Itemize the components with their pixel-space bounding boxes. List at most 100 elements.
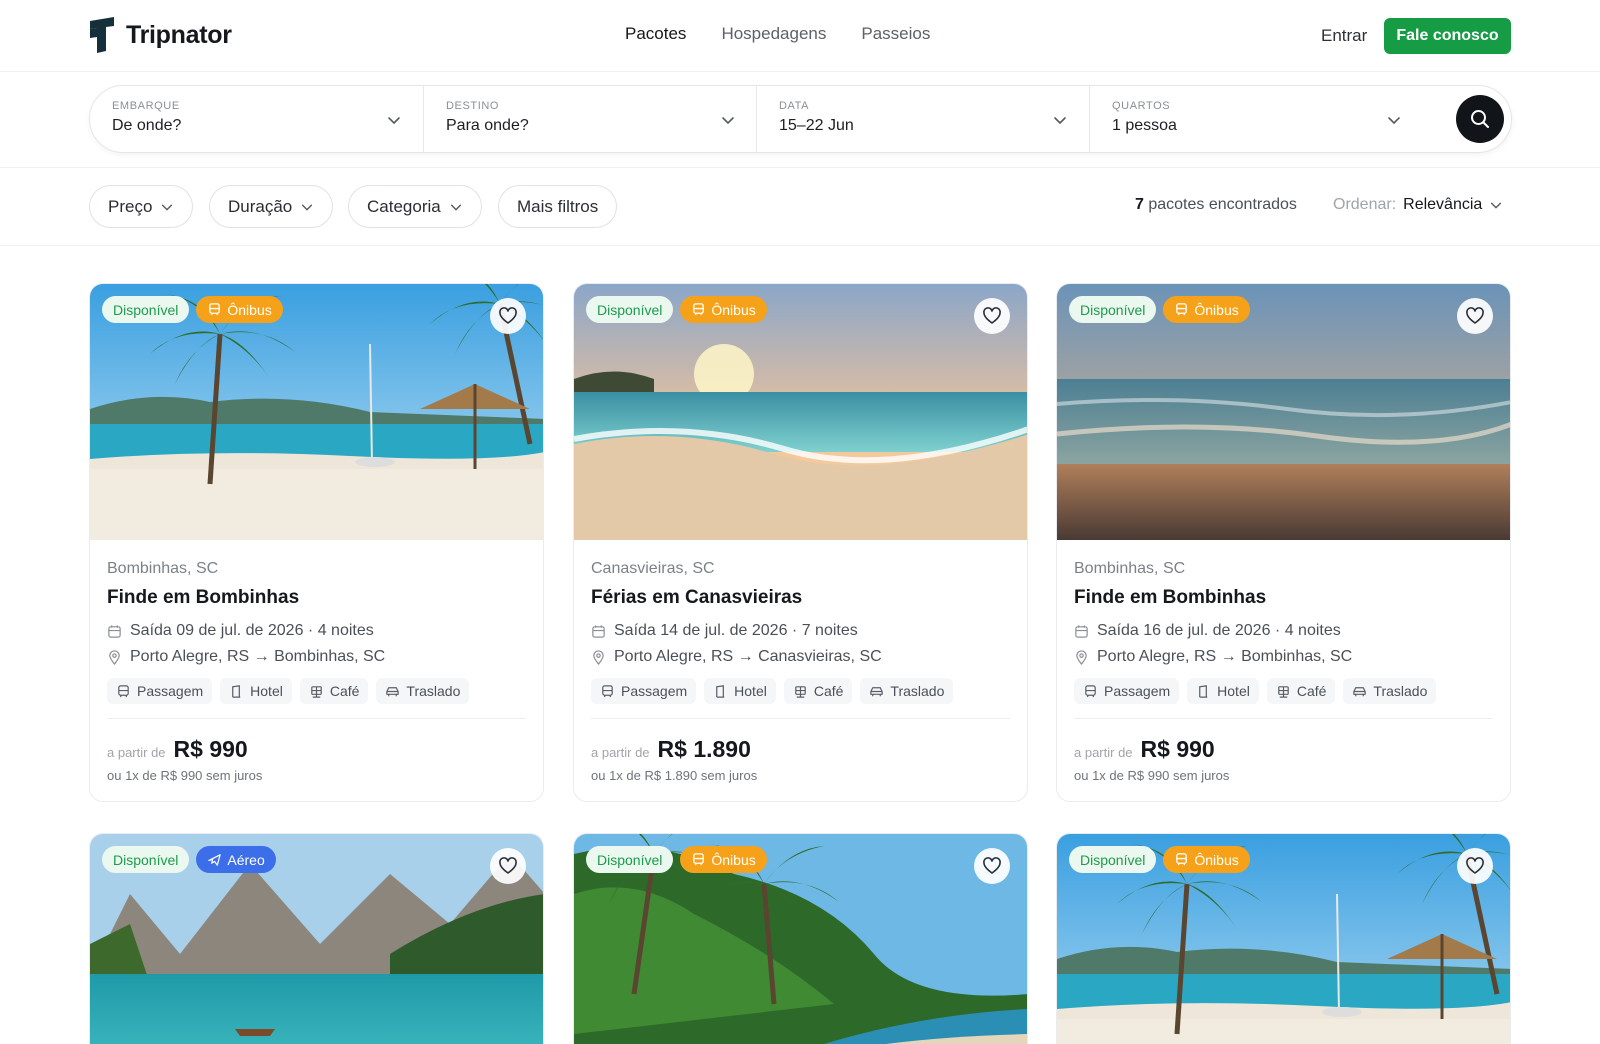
- package-card[interactable]: Disponível Ônibus: [1056, 833, 1511, 1044]
- favorite-button[interactable]: [1457, 848, 1493, 884]
- tag-label: Traslado: [406, 683, 461, 699]
- package-card[interactable]: Disponível Ônibus Canasvieiras, SC Féria…: [573, 283, 1028, 802]
- bus-icon: [691, 302, 706, 317]
- card-location: Bombinhas, SC: [1074, 560, 1186, 577]
- calendar-icon: [591, 624, 606, 639]
- package-card[interactable]: Disponível Ônibus: [573, 833, 1028, 1044]
- bus-icon: [1174, 852, 1189, 867]
- card-body: Canasvieiras, SC Férias em Canasvieiras …: [574, 540, 1027, 801]
- card-title[interactable]: Finde em Bombinhas: [1074, 587, 1493, 609]
- tag-label: Passagem: [137, 683, 204, 699]
- filters-bar: Preço Duração Categoria Mais filtros 7 p…: [0, 168, 1600, 246]
- origin-label: EMBARQUE: [112, 100, 180, 112]
- results-text: pacotes encontrados: [1148, 196, 1297, 213]
- tag-label: Hotel: [734, 683, 767, 699]
- category-filter-chip[interactable]: Categoria: [348, 185, 482, 228]
- coffee-icon: [793, 684, 808, 699]
- price-value: R$ 1.890: [657, 736, 751, 762]
- package-card[interactable]: Disponível Ônibus Bombinhas, SC Finde em…: [89, 283, 544, 802]
- card-badges: Disponível Aéreo: [102, 846, 276, 873]
- sort-dropdown[interactable]: Ordenar: Relevância: [1333, 196, 1503, 214]
- departure-info: Saída 16 de jul. de 2026 · 4 noites: [1074, 622, 1493, 640]
- card-image: Disponível Aéreo: [90, 834, 543, 1044]
- price-row: a partir de R$ 990: [1074, 736, 1493, 763]
- search-bar: EMBARQUE De onde? DESTINO Para onde? DAT…: [89, 85, 1512, 153]
- sort-value: Relevância: [1403, 196, 1483, 213]
- availability-badge: Disponível: [586, 296, 674, 323]
- transport-badge: Ônibus: [1163, 846, 1250, 873]
- transport-label: Ônibus: [227, 301, 272, 318]
- installments-text: ou 1x de R$ 990 sem juros: [107, 768, 263, 783]
- tag-label: Traslado: [1373, 683, 1428, 699]
- more-filters-chip[interactable]: Mais filtros: [498, 185, 618, 228]
- rooms-value: 1 pessoa: [1112, 117, 1177, 134]
- included-tag: Traslado: [1343, 678, 1437, 704]
- heart-icon: [1465, 306, 1485, 326]
- included-tag: Hotel: [704, 678, 776, 704]
- heart-icon: [1465, 856, 1485, 876]
- route-text: Porto Alegre, RS → Bombinhas, SC: [1097, 648, 1353, 665]
- bus-icon: [691, 852, 706, 867]
- price-value: R$ 990: [1140, 736, 1215, 762]
- ticket-icon: [600, 684, 615, 699]
- main-nav: Pacotes Hospedagens Passeios: [625, 24, 930, 44]
- included-tag: Café: [299, 678, 369, 704]
- chevron-down-icon: [302, 204, 313, 211]
- tag-label: Passagem: [621, 683, 688, 699]
- pin-icon: [107, 649, 122, 665]
- destination-field[interactable]: DESTINO Para onde?: [423, 86, 756, 152]
- ticket-icon: [1083, 684, 1098, 699]
- package-card[interactable]: Disponível Ônibus Bombinhas, SC Finde em…: [1056, 283, 1511, 802]
- favorite-button[interactable]: [974, 848, 1010, 884]
- favorite-button[interactable]: [974, 298, 1010, 334]
- destination-label: DESTINO: [446, 100, 500, 112]
- heart-icon: [982, 306, 1002, 326]
- included-tag: Hotel: [220, 678, 292, 704]
- favorite-button[interactable]: [490, 298, 526, 334]
- card-title[interactable]: Finde em Bombinhas: [107, 587, 526, 609]
- calendar-icon: [107, 624, 122, 639]
- price-from-label: a partir de: [1074, 745, 1133, 760]
- tag-label: Passagem: [1104, 683, 1171, 699]
- search-button[interactable]: [1456, 95, 1504, 143]
- duration-filter-chip[interactable]: Duração: [209, 185, 334, 228]
- contact-button[interactable]: Fale conosco: [1384, 18, 1511, 54]
- favorite-button[interactable]: [490, 848, 526, 884]
- login-link[interactable]: Entrar: [1321, 26, 1367, 46]
- tag-label: Café: [1296, 683, 1327, 699]
- origin-field[interactable]: EMBARQUE De onde?: [90, 86, 423, 152]
- included-tag: Café: [783, 678, 853, 704]
- card-body: Bombinhas, SC Finde em Bombinhas Saída 1…: [1057, 540, 1510, 801]
- chevron-down-icon: [450, 204, 461, 211]
- card-image: Disponível Ônibus: [574, 834, 1027, 1044]
- card-title[interactable]: Férias em Canasvieiras: [591, 587, 1010, 609]
- included-tags: Passagem Hotel Café Traslado: [107, 678, 526, 719]
- tag-label: Hotel: [250, 683, 283, 699]
- availability-badge: Disponível: [102, 846, 190, 873]
- brand-logo[interactable]: Tripnator: [88, 17, 232, 53]
- transport-label: Ônibus: [1194, 851, 1239, 868]
- nav-item-passeios[interactable]: Passeios: [861, 24, 930, 44]
- chip-label: Preço: [108, 196, 153, 216]
- included-tags: Passagem Hotel Café Traslado: [1074, 678, 1493, 719]
- card-badges: Disponível Ônibus: [586, 296, 767, 323]
- chip-label: Categoria: [367, 196, 441, 216]
- favorite-button[interactable]: [1457, 298, 1493, 334]
- search-icon: [1471, 110, 1489, 128]
- nav-item-hospedagens[interactable]: Hospedagens: [721, 24, 826, 44]
- included-tag: Passagem: [107, 678, 213, 704]
- chip-label: Mais filtros: [517, 196, 599, 216]
- date-field[interactable]: DATA 15–22 Jun: [756, 86, 1089, 152]
- tag-label: Café: [329, 683, 360, 699]
- rooms-field[interactable]: QUARTOS 1 pessoa: [1089, 86, 1424, 152]
- price-row: a partir de R$ 1.890: [591, 736, 1010, 763]
- hotel-icon: [1196, 684, 1211, 699]
- route-info: Porto Alegre, RS → Bombinhas, SC: [107, 648, 526, 666]
- bus-icon: [207, 302, 222, 317]
- package-card[interactable]: Disponível Aéreo: [89, 833, 544, 1044]
- price-from-label: a partir de: [107, 745, 166, 760]
- nav-item-pacotes[interactable]: Pacotes: [625, 24, 686, 44]
- price-filter-chip[interactable]: Preço: [89, 185, 194, 228]
- chevron-down-icon: [162, 204, 173, 211]
- coffee-icon: [1276, 684, 1291, 699]
